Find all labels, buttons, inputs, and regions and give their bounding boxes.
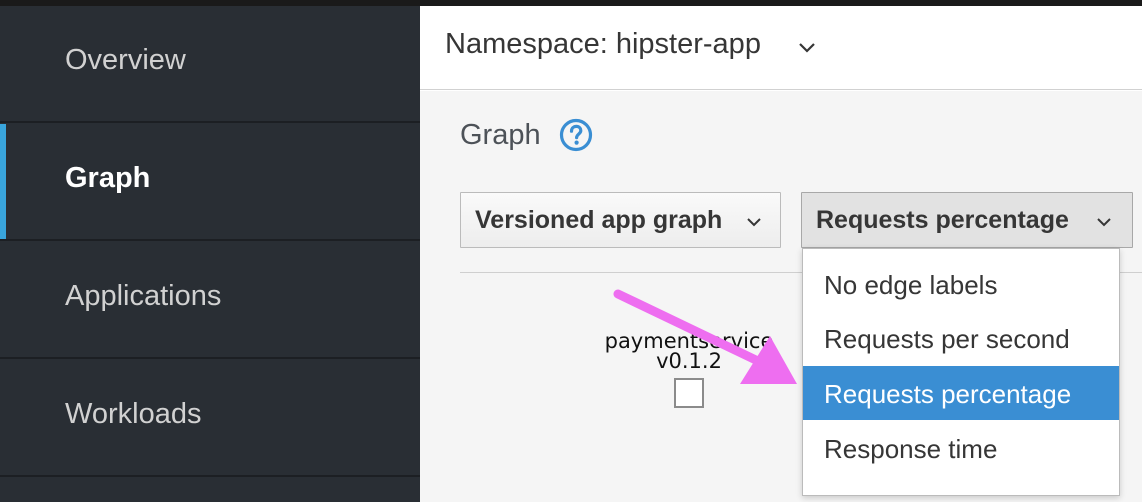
graph-type-label: Versioned app graph: [475, 206, 723, 234]
menu-item-no-edge-labels[interactable]: No edge labels: [803, 257, 1119, 311]
edge-labels-label: Requests percentage: [816, 206, 1069, 234]
menu-item-label: Response time: [824, 434, 998, 464]
page-title: Graph: [460, 119, 541, 151]
menu-item-label: No edge labels: [824, 270, 998, 300]
chevron-down-icon: [747, 218, 761, 227]
edge-labels-menu: No edge labels Requests per second Reque…: [802, 248, 1120, 496]
graph-node-label: paymentservice v0.1.2: [599, 329, 779, 373]
edge-labels-dropdown[interactable]: Requests percentage: [801, 192, 1133, 248]
sidebar-item-applications[interactable]: Applications: [0, 242, 420, 359]
graph-type-dropdown[interactable]: Versioned app graph: [460, 192, 781, 248]
namespace-selector[interactable]: Namespace: hipster-app: [445, 28, 761, 61]
menu-item-requests-per-second[interactable]: Requests per second: [803, 311, 1119, 365]
sidebar-item-label: Workloads: [65, 398, 202, 430]
menu-item-label: Requests per second: [824, 324, 1070, 354]
graph-node[interactable]: [674, 378, 704, 408]
sidebar-item-overview[interactable]: Overview: [0, 6, 420, 123]
menu-item-requests-percentage[interactable]: Requests percentage: [803, 366, 1119, 420]
graph-page: Graph Versioned app graph Requests perce…: [420, 91, 1142, 502]
sidebar-item-graph[interactable]: Graph: [0, 124, 420, 241]
menu-item-label: Requests percentage: [824, 379, 1072, 409]
sidebar-item-label: Graph: [65, 162, 151, 194]
sidebar-nav: Overview Graph Applications Workloads: [0, 6, 420, 502]
chevron-down-icon[interactable]: [796, 36, 818, 58]
sidebar-item-label: Applications: [65, 280, 222, 312]
sidebar-item-workloads[interactable]: Workloads: [0, 360, 420, 477]
menu-item-response-time[interactable]: Response time: [803, 421, 1119, 475]
help-icon[interactable]: [559, 118, 593, 152]
namespace-bar: Namespace: hipster-app: [420, 6, 1142, 90]
main-panel: Namespace: hipster-app Graph Versioned a…: [420, 6, 1142, 502]
chevron-down-icon: [1097, 218, 1111, 227]
graph-node-name: paymentservice: [604, 329, 774, 353]
sidebar-item-label: Overview: [65, 44, 186, 76]
graph-node-version: v0.1.2: [656, 349, 722, 373]
